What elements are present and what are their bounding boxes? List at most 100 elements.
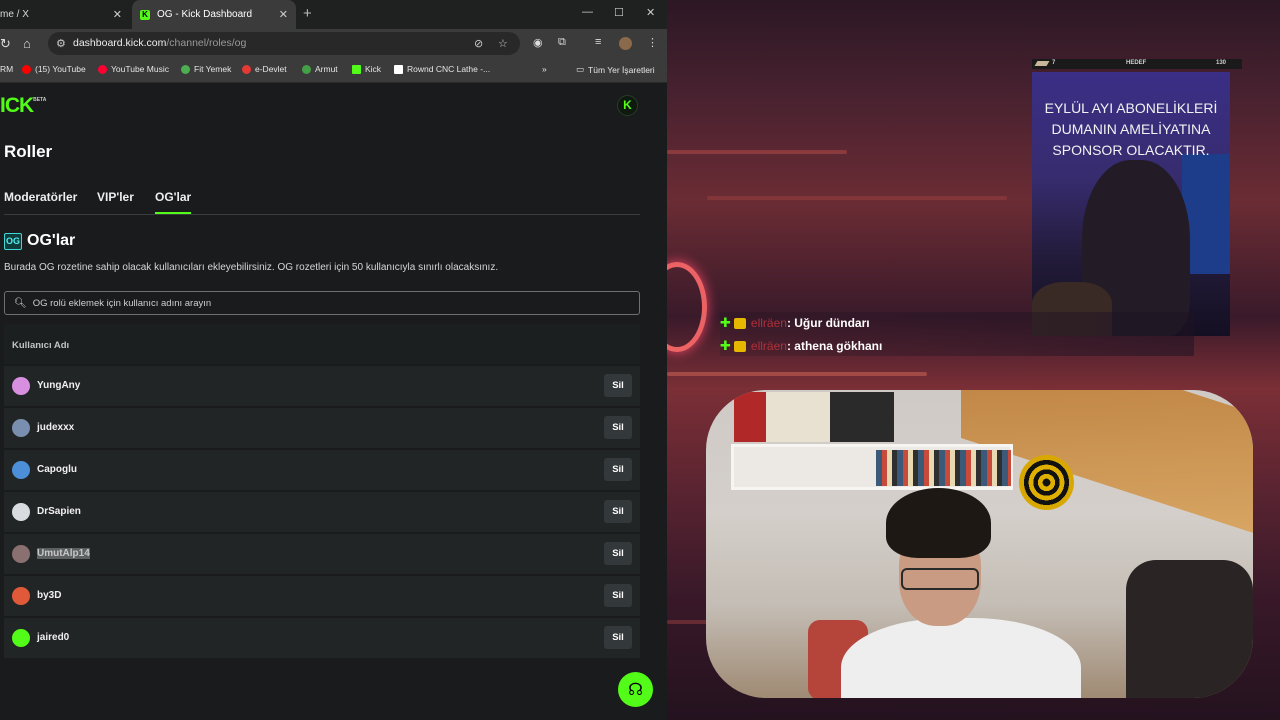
chat-overlay: ✚ ellräen : Uğur dündarı ✚ ellräen : ath… (720, 312, 1194, 356)
chat-text: : Uğur dündarı (786, 316, 870, 330)
extensions-puzzle-icon[interactable]: ⧉ (558, 36, 566, 49)
search-box: 🔍︎ (4, 291, 640, 315)
section-description: Burada OG rozetine sahip olacak kullanıc… (4, 262, 499, 273)
streamer-camera (706, 390, 1253, 698)
kick-logo[interactable]: ICKBETA (0, 94, 46, 118)
og-badge-icon: ✚ (720, 338, 731, 353)
remove-og-button[interactable]: Sil (604, 626, 632, 649)
profile-avatar[interactable] (619, 37, 632, 50)
og-badge-icon: OG (4, 232, 22, 250)
armut-icon (302, 64, 311, 74)
eye-off-icon[interactable]: ⊘ (474, 37, 483, 50)
reload-icon[interactable]: ↻ (0, 36, 11, 52)
help-support-icon[interactable]: ☊ (618, 672, 653, 707)
user-avatar (12, 629, 30, 647)
tab-moderators[interactable]: Moderatörler (4, 190, 77, 204)
bookmark-label: e-Devlet (255, 64, 287, 74)
tab-vips[interactable]: VIP'ler (97, 190, 134, 204)
bookmark-item[interactable]: (15) YouTube (22, 64, 86, 74)
youtube-music-icon (98, 64, 107, 74)
table-row: YungAny Sil (4, 366, 640, 406)
bookmark-star-icon[interactable]: ☆ (498, 37, 508, 50)
roles-tabs: Moderatörler VIP'ler OG'lar (4, 190, 640, 215)
remove-og-button[interactable]: Sil (604, 458, 632, 481)
bookmark-label: Tüm Yer İşaretleri (588, 64, 655, 75)
address-bar: ↻ ⌂ ⚙ dashboard.kick.com/channel/roles/o… (0, 29, 667, 58)
bookmark-item[interactable]: RM (0, 64, 13, 74)
close-icon[interactable]: ✕ (279, 8, 288, 21)
shirt (841, 618, 1081, 698)
crown-badge-icon (733, 340, 746, 352)
table-row: by3D Sil (4, 576, 640, 616)
remove-og-button[interactable]: Sil (604, 500, 632, 523)
remove-og-button[interactable]: Sil (604, 374, 632, 397)
url-field[interactable]: ⚙ dashboard.kick.com/channel/roles/og ⊘ … (48, 32, 520, 55)
kick-dashboard: ICKBETA K Roller Moderatörler VIP'ler OG… (0, 84, 667, 720)
remove-og-button[interactable]: Sil (604, 584, 632, 607)
bookmarks-overflow-icon[interactable]: » (542, 64, 547, 74)
username: YungAny (37, 380, 81, 391)
close-icon[interactable]: ✕ (113, 8, 122, 21)
tab-kick-dashboard[interactable]: K OG - Kick Dashboard ✕ (132, 0, 296, 29)
new-tab-icon[interactable]: + (303, 5, 312, 22)
tab-strip: me / X ✕ K OG - Kick Dashboard ✕ + — ☐ ✕ (0, 0, 667, 29)
bookmark-item[interactable]: Armut (302, 64, 338, 74)
section-title-text: OG'lar (27, 232, 76, 249)
bookmark-label: Kick (365, 64, 382, 74)
bookmark-folder[interactable]: ▭ Tüm Yer İşaretleri (576, 64, 655, 75)
remove-og-button[interactable]: Sil (604, 416, 632, 439)
bookmark-label: Armut (315, 64, 338, 74)
streamer (841, 488, 1081, 698)
user-avatar (12, 545, 30, 563)
bookmark-item[interactable]: Kick (352, 64, 381, 74)
bookmark-item[interactable]: Fit Yemek (181, 64, 231, 74)
tab-x[interactable]: me / X ✕ (0, 0, 130, 29)
search-input[interactable] (32, 297, 613, 309)
section-title: OG OG'lar (4, 232, 75, 250)
posters (734, 392, 894, 442)
table-row: DrSapien Sil (4, 492, 640, 532)
url-host: dashboard.kick.com (73, 37, 167, 49)
bookmark-label: (15) YouTube (35, 64, 86, 74)
user-menu-icon[interactable]: K (617, 95, 638, 116)
tab-og[interactable]: OG'lar (155, 190, 192, 214)
site-info-icon[interactable]: ⚙ (56, 37, 66, 50)
bookmark-label: RM (0, 64, 14, 74)
neon-ring (667, 262, 707, 352)
goal-progress-fill (1034, 61, 1050, 66)
bookmark-item[interactable]: YouTube Music (98, 64, 169, 74)
table-row: jaired0 Sil (4, 618, 640, 658)
goal-target: 130 (1215, 60, 1226, 66)
fit-yemek-icon (181, 64, 190, 74)
username: UmutAlp14 (37, 548, 90, 559)
chat-text: : athena gökhanı (786, 339, 883, 353)
bookmark-label: YouTube Music (111, 64, 169, 74)
tab-title: OG - Kick Dashboard (157, 9, 253, 20)
media-icon[interactable]: ≡ (595, 36, 601, 48)
dark-chair (1126, 560, 1253, 698)
remove-og-button[interactable]: Sil (604, 542, 632, 565)
bookmark-label: Rownd CNC Lathe -... (407, 64, 491, 74)
extension-icon[interactable]: ◉ (533, 36, 543, 49)
chat-message: ✚ ellräen : Uğur dündarı (720, 313, 870, 333)
books (876, 450, 1011, 486)
minimize-icon[interactable]: — (582, 6, 593, 18)
screen: me / X ✕ K OG - Kick Dashboard ✕ + — ☐ ✕… (0, 0, 1280, 720)
goal-current: 7 (1052, 60, 1056, 66)
bookmark-item[interactable]: Rownd CNC Lathe -... (394, 64, 490, 74)
url-text: dashboard.kick.com/channel/roles/og (73, 37, 246, 49)
background-streak (667, 150, 847, 154)
table-row: Capoglu Sil (4, 450, 640, 490)
window-close-icon[interactable]: ✕ (646, 6, 655, 19)
maximize-icon[interactable]: ☐ (614, 6, 624, 19)
menu-icon[interactable]: ⋮ (647, 36, 658, 49)
user-avatar (12, 461, 30, 479)
page-title: Roller (4, 142, 53, 161)
bookmark-item[interactable]: e-Devlet (242, 64, 287, 74)
username: judexxx (37, 422, 75, 433)
bookmark-label: Fit Yemek (194, 64, 232, 74)
username: DrSapien (37, 506, 81, 517)
og-badge-icon: ✚ (720, 315, 731, 330)
tab-title: me / X (0, 9, 29, 20)
home-icon[interactable]: ⌂ (23, 36, 31, 51)
